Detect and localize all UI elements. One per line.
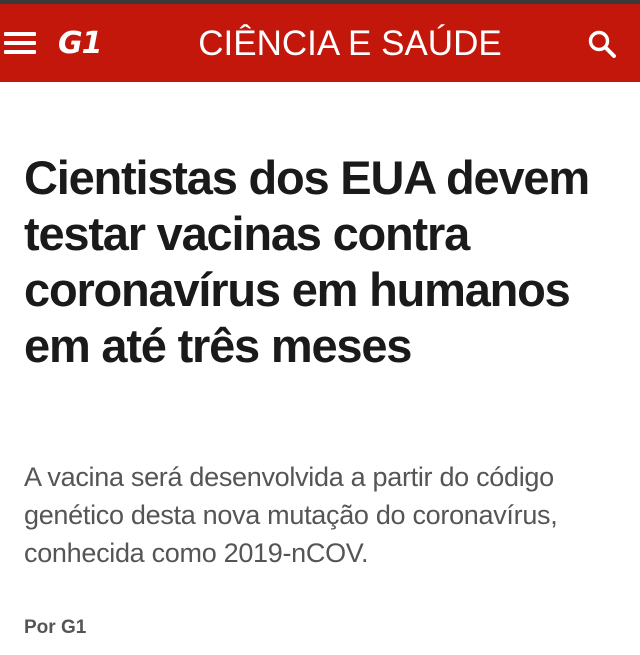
article-byline: Por G1 [24,617,87,638]
hamburger-menu-icon[interactable] [4,26,40,60]
menu-line [4,50,36,54]
article-subtitle: A vacina será desenvolvida a partir do c… [24,462,558,568]
g1-logo[interactable]: G1 [58,28,102,60]
menu-line [4,41,36,45]
article-headline: Cientistas dos EUA devem testar vacinas … [24,151,590,372]
search-icon[interactable] [586,28,620,62]
site-header: G1 CIÊNCIA E SAÚDE [0,4,640,82]
menu-line [4,32,36,36]
section-title[interactable]: CIÊNCIA E SAÚDE [150,24,550,64]
